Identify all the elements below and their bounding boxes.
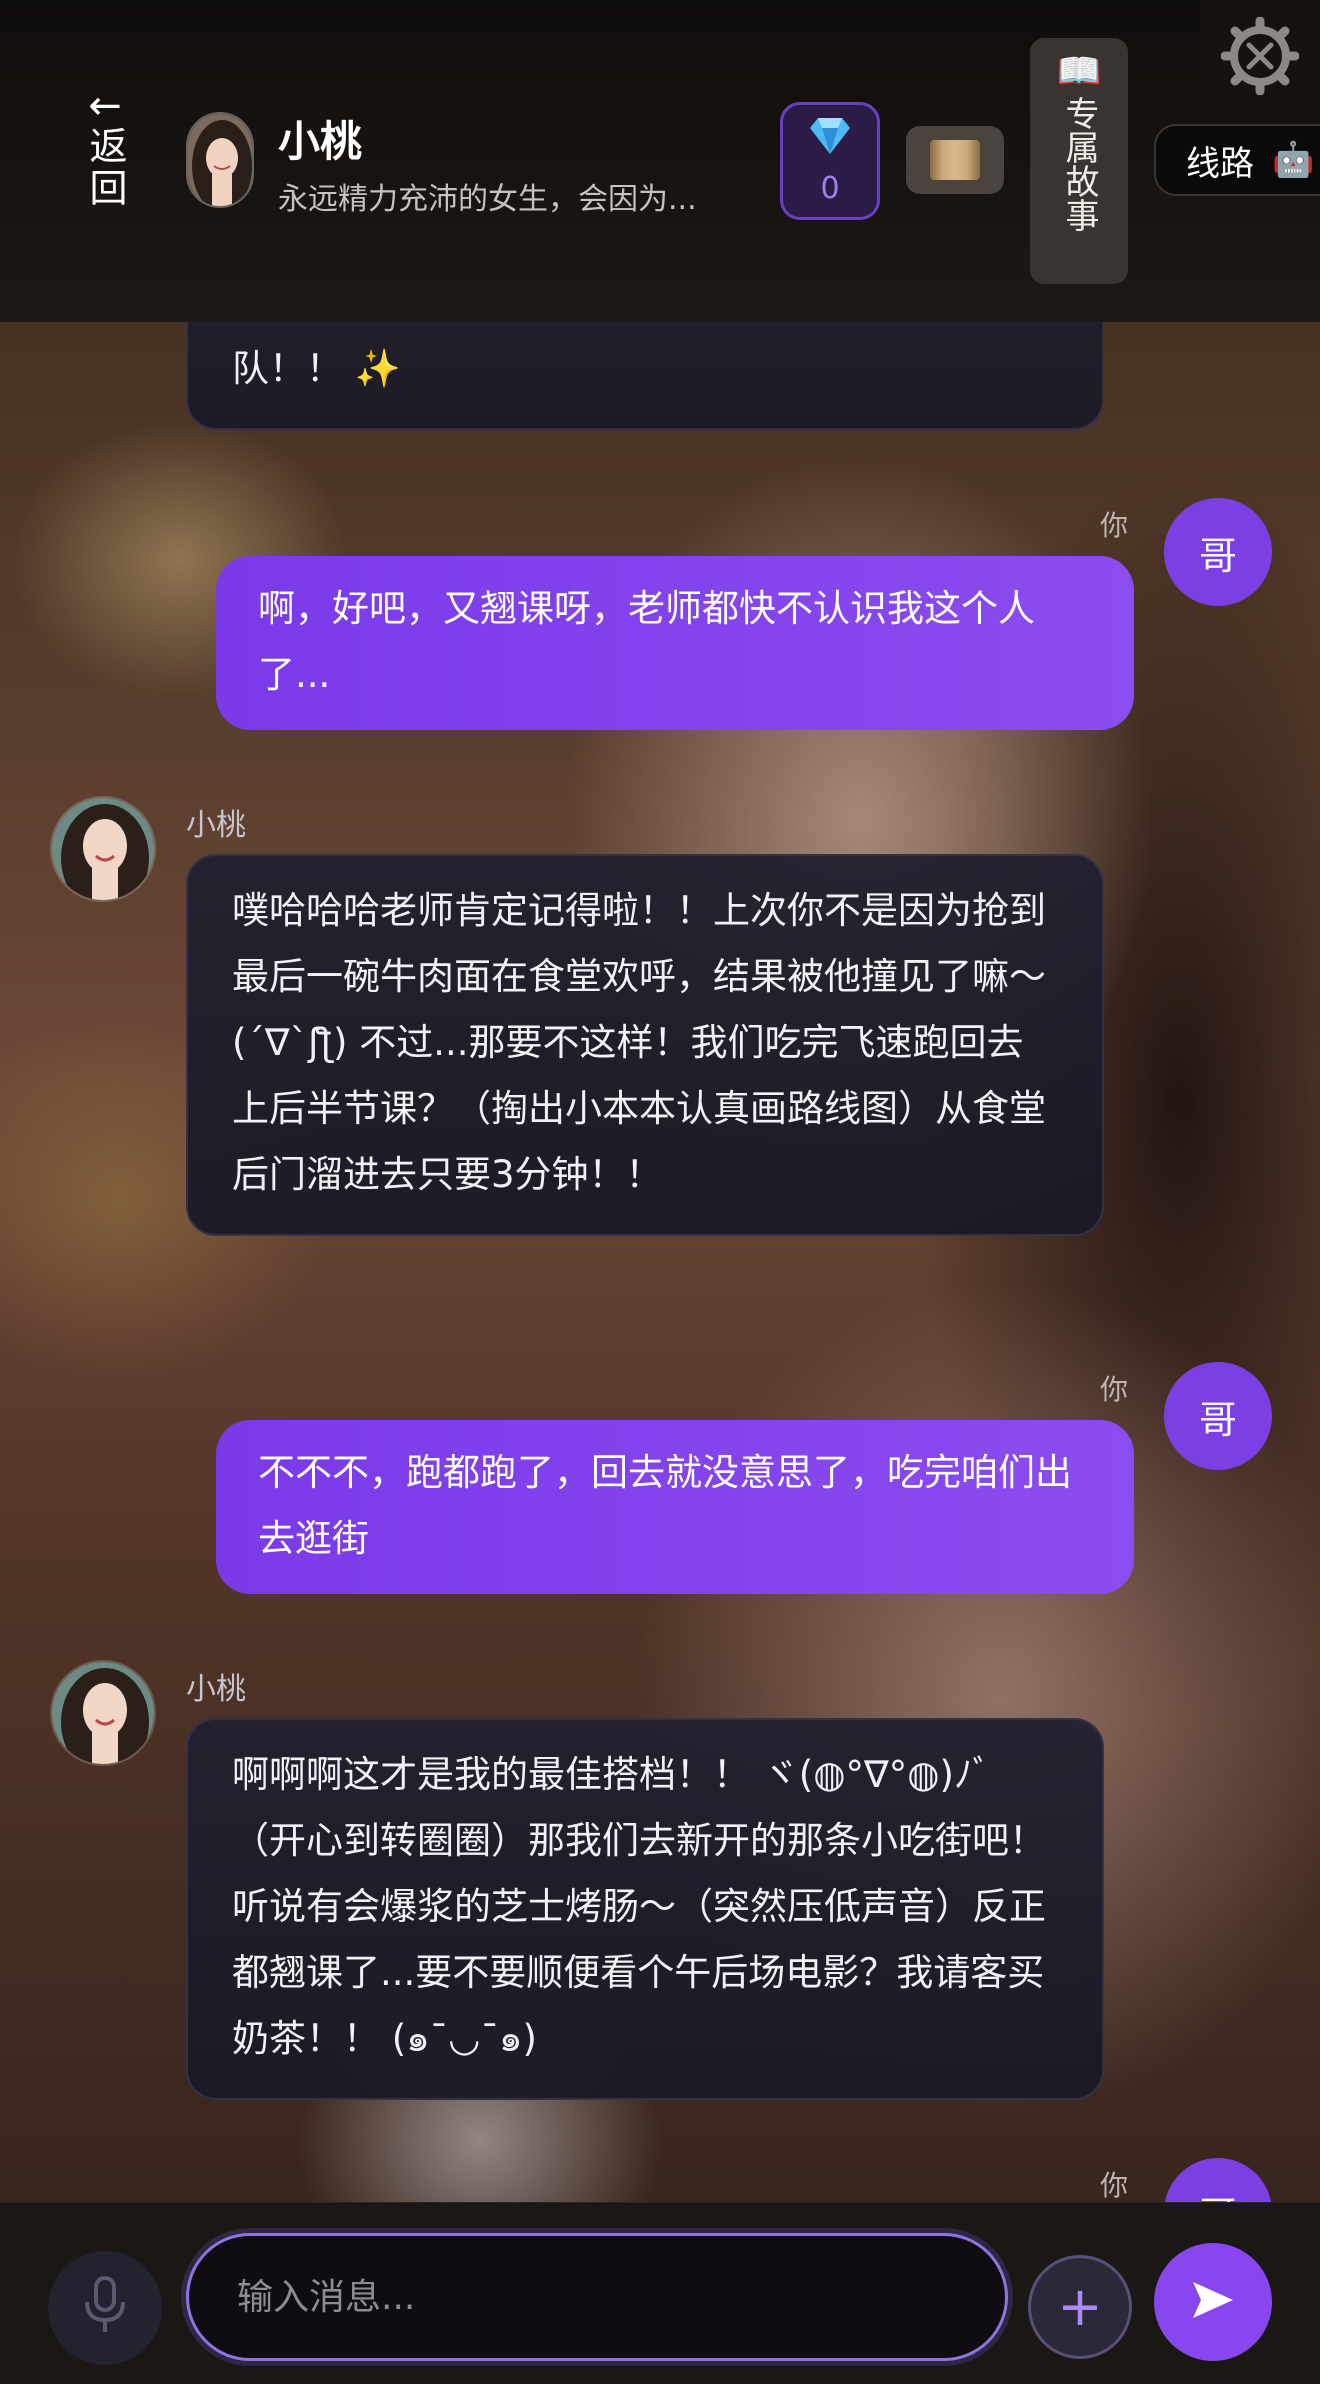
user-message-bubble: 不不不，跑都跑了，回去就没意思了，吃完咱们出去逛街: [216, 1420, 1134, 1594]
scroll-icon: [930, 140, 980, 180]
robot-icon: 🤖: [1272, 140, 1315, 180]
user-message-bubble: 啊，好吧，又翘课呀，老师都快不认识我这个人了...: [216, 556, 1134, 730]
user-avatar-text: 哥: [1199, 2185, 1237, 2203]
ai-message-bubble: 噗哈哈哈老师肯定记得啦！！上次你不是因为抢到最后一碗牛肉面在食堂欢呼，结果被他撞…: [186, 854, 1104, 1236]
settings-button[interactable]: [1200, 0, 1320, 116]
add-button[interactable]: +: [1028, 2255, 1132, 2359]
user-name-label: 你: [1100, 509, 1129, 542]
gem-icon: [810, 116, 850, 163]
ai-name-label: 小桃: [186, 1672, 246, 1707]
message-text: 啊，好吧，又翘课呀，老师都快不认识我这个人了...: [258, 587, 1035, 696]
user-name-label: 你: [1100, 2169, 1129, 2202]
plus-icon: +: [1057, 2275, 1103, 2338]
user-avatar-text: 哥: [1198, 1397, 1237, 1442]
chat-scroll-area[interactable]: 截截截，现在就是高峰！明天提前10分钟翘课去排队！！ ✨ 你 哥 啊，好吧，又翘…: [0, 322, 1320, 2202]
chat-header: ← 返回 小桃 永远精力充沛的女生，会因为... 0 📖 专属故事 线路 🤖: [0, 0, 1320, 322]
message-text: 截截截，现在就是高峰！明天提前10分钟翘课去排队！！ ✨: [232, 322, 1056, 390]
message-text: 噗哈哈哈老师肯定记得啦！！上次你不是因为抢到最后一碗牛肉面在食堂欢呼，结果被他撞…: [232, 889, 1046, 1196]
character-avatar[interactable]: [186, 112, 254, 208]
ai-message-bubble: 啊啊啊这才是我的最佳搭档！！ ヾ(◍°∇°◍)ﾉﾞ（开心到转圈圈）那我们去新开的…: [186, 1718, 1104, 2100]
arrow-left-icon: ←: [88, 83, 122, 129]
ai-name-label: 小桃: [186, 808, 246, 843]
route-button[interactable]: 线路 🤖: [1154, 124, 1320, 196]
character-name: 小桃: [278, 117, 363, 166]
ai-avatar[interactable]: [50, 796, 156, 902]
book-icon: 📖: [1056, 51, 1102, 92]
back-button[interactable]: ← 返回: [78, 86, 132, 210]
message-text: 不不不，跑都跑了，回去就没意思了，吃完咱们出去逛街: [258, 1451, 1072, 1560]
user-avatar[interactable]: 哥: [1164, 2158, 1272, 2202]
message-input-wrapper: [186, 2233, 1008, 2361]
user-avatar-text: 哥: [1198, 533, 1237, 578]
user-name-label: 你: [1100, 1373, 1129, 1406]
character-description: 永远精力充沛的女生，会因为...: [278, 182, 697, 217]
message-text: 啊啊啊这才是我的最佳搭档！！ ヾ(◍°∇°◍)ﾉﾞ（开心到转圈圈）那我们去新开的…: [232, 1753, 1046, 2060]
ai-avatar[interactable]: [50, 1660, 156, 1766]
gem-balance[interactable]: 0: [780, 102, 880, 220]
microphone-icon: [83, 2276, 127, 2340]
back-label: 返回: [83, 126, 127, 210]
exclusive-story-button[interactable]: 📖 专属故事: [1030, 38, 1128, 284]
scroll-button[interactable]: [906, 126, 1004, 194]
message-input[interactable]: [237, 2276, 1005, 2318]
user-avatar[interactable]: 哥: [1164, 498, 1272, 606]
composer-bar: +: [0, 2202, 1320, 2384]
ai-message-bubble: 截截截，现在就是高峰！明天提前10分钟翘课去排队！！ ✨: [186, 322, 1104, 430]
route-label: 线路: [1186, 143, 1254, 184]
voice-input-button[interactable]: [48, 2251, 162, 2365]
send-icon: [1191, 2280, 1235, 2324]
settings-tools-icon: [1220, 16, 1300, 99]
gem-count: 0: [820, 171, 840, 206]
story-label: 专属故事: [1059, 96, 1099, 232]
send-button[interactable]: [1154, 2243, 1272, 2361]
user-avatar[interactable]: 哥: [1164, 1362, 1272, 1470]
